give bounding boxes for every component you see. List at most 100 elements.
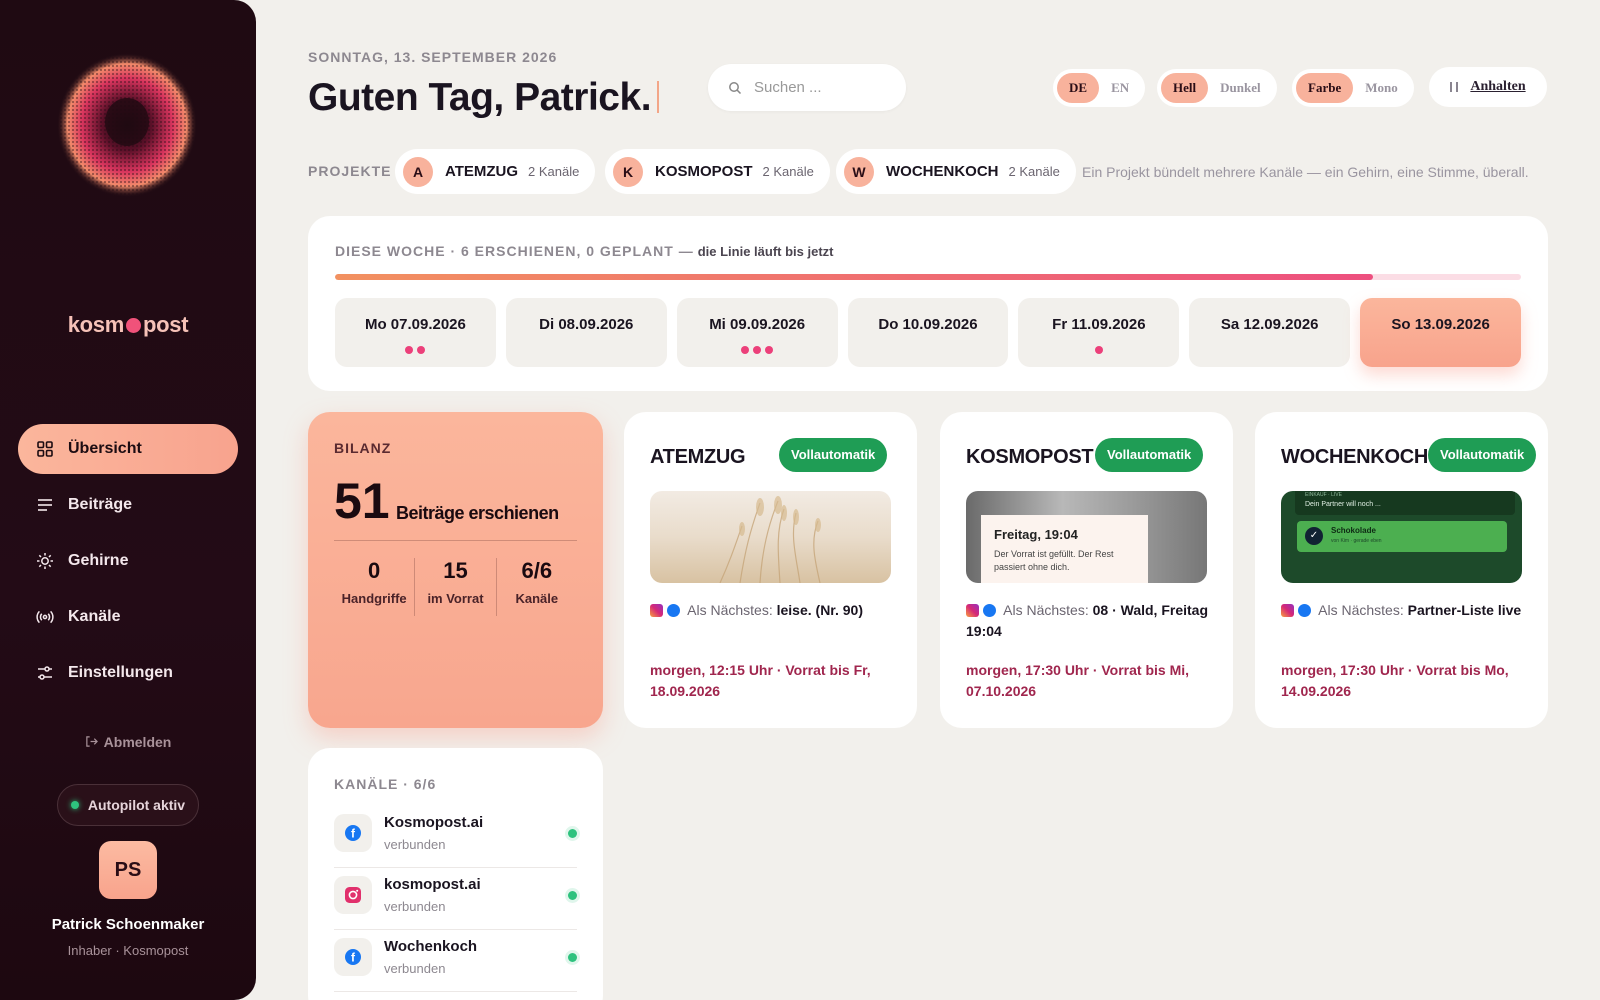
nav-item-beitraege[interactable]: Beiträge [18,480,238,530]
search-box[interactable] [708,64,906,111]
schedule-info: morgen, 17:30 Uhr · Vorrat bis Mo, 14.09… [1281,662,1509,699]
thumbnail-note: Freitag, 19:04 Der Vorrat ist gefüllt. D… [981,515,1148,583]
post-dots [1360,341,1521,350]
automation-badge[interactable]: Vollautomatik [1428,438,1537,472]
week-progress-bar [335,274,1521,280]
day-tile-do[interactable]: Do 10.09.2026 [847,298,1009,367]
post-dots [1018,341,1179,354]
post-dots [335,341,496,354]
next-post-thumbnail[interactable]: Freitag, 19:04 Der Vorrat ist gefüllt. D… [966,491,1207,583]
autopilot-label: Autopilot aktiv [87,797,186,813]
user-role: Inhaber · Kosmopost [67,943,189,958]
brand-logo[interactable]: kosm post [0,312,256,338]
checkmark-icon: ✓ [1305,527,1323,545]
project-card-title: KOSMOPOST [966,446,1094,468]
connected-dot-icon [568,953,577,962]
next-value: Partner-Liste live [1407,602,1522,618]
project-initial: A [403,156,433,187]
channel-row-kosmopost-fb[interactable]: f Kosmopost.ai verbunden [334,806,577,868]
day-tile-di[interactable]: Di 08.09.2026 [505,298,667,367]
mono-option[interactable]: Mono [1353,73,1410,103]
projects-label: PROJEKTE [308,163,392,179]
day-label: So 13.09.2026 [1391,316,1490,333]
next-label: Als Nächstes: [1318,602,1404,618]
bilanz-stats: 0 Handgriffe 15 im Vorrat 6/6 Kanäle [334,558,577,616]
search-input[interactable] [754,79,884,96]
project-chip-kosmopost[interactable]: K KOSMOPOST 2 Kanäle [605,149,830,194]
sliders-icon [38,666,52,680]
day-tile-mi[interactable]: Mi 09.09.2026 [676,298,838,367]
logo-text-left: kosm [67,312,125,337]
theme-toggle: Hell Dunkel [1157,69,1277,107]
stat-label: Kanäle [515,591,559,606]
autopilot-status[interactable]: Autopilot aktiv [57,784,199,826]
logout-link[interactable]: Abmelden [0,734,256,750]
schedule-info: morgen, 17:30 Uhr · Vorrat bis Mi, 07.10… [966,662,1190,699]
project-chip-wochenkoch[interactable]: W WOCHENKOCH 2 Kanäle [836,149,1076,194]
next-post-thumbnail[interactable]: EINKAUF · LIVE Dein Partner will noch ..… [1281,491,1522,583]
nav-item-uebersicht[interactable]: Übersicht [18,424,238,474]
channel-row-kosmopost-ig[interactable]: kosmopost.ai verbunden [334,868,577,930]
channels-card: KANÄLE · 6/6 f Kosmopost.ai verbunden ko… [308,748,603,1000]
stat-value: 0 [368,558,381,583]
nav-label: Einstellungen [68,664,173,681]
channels-label: KANÄLE · 6/6 [334,776,437,792]
instagram-icon [1281,604,1294,617]
project-name: WOCHENKOCH [886,163,999,180]
thumbnail-list-row: ✓ Schokolade von Kim · gerade eben [1297,521,1507,552]
logout-icon [85,736,98,747]
project-card-kosmopost[interactable]: KOSMOPOST Vollautomatik Freitag, 19:04 D… [940,412,1233,728]
automation-badge[interactable]: Vollautomatik [1095,438,1204,472]
current-date: SONNTAG, 13. SEPTEMBER 2026 [308,49,558,65]
day-tile-mo[interactable]: Mo 07.09.2026 [335,298,496,367]
next-post-thumbnail[interactable] [650,491,891,583]
post-dot-icon [405,346,414,354]
posts-published-label: Beiträge erschienen [396,503,559,523]
lang-en-option[interactable]: EN [1099,73,1141,103]
color-option[interactable]: Farbe [1296,73,1354,103]
project-card-atemzug[interactable]: ATEMZUG Vollautomatik Als Nächstes: leis… [624,412,917,728]
day-label: Di 08.09.2026 [539,316,634,333]
nav-item-gehirne[interactable]: Gehirne [18,536,238,586]
week-title-text: DIESE WOCHE · 6 ERSCHIENEN, 0 GEPLANT — [335,243,694,259]
main-nav: Übersicht Beiträge Gehirne Kanäle Einste… [18,424,238,704]
day-tile-sa[interactable]: Sa 12.09.2026 [1189,298,1351,367]
thumbnail-title: Freitag, 19:04 [994,527,1078,542]
avatar[interactable]: PS [99,841,157,899]
nav-label: Gehirne [68,552,129,569]
facebook-icon [983,604,996,617]
facebook-icon: f [334,938,372,976]
list-icon [38,499,52,511]
week-title: DIESE WOCHE · 6 ERSCHIENEN, 0 GEPLANT — d… [335,243,834,259]
post-dots [848,341,1009,350]
theme-light-option[interactable]: Hell [1161,73,1209,103]
pause-button[interactable]: Anhalten [1429,67,1547,107]
next-label: Als Nächstes: [1003,602,1089,618]
post-dots [1189,341,1350,350]
nav-item-kanaele[interactable]: Kanäle [18,592,238,642]
day-tile-fr[interactable]: Fr 11.09.2026 [1018,298,1180,367]
language-toggle: DE EN [1053,69,1146,107]
thumbnail-row-title: Schokolade [1331,526,1376,535]
bilanz-label: BILANZ [334,440,392,456]
nav-item-einstellungen[interactable]: Einstellungen [18,648,238,698]
next-post-info: Als Nächstes: leise. (Nr. 90) [650,600,895,621]
theme-dark-option[interactable]: Dunkel [1208,73,1272,103]
channel-name: kosmopost.ai [384,876,481,893]
day-tile-so-today[interactable]: So 13.09.2026 [1360,298,1522,367]
project-card-wochenkoch[interactable]: WOCHENKOCH Vollautomatik EINKAUF · LIVE … [1255,412,1548,728]
post-dot-icon [753,346,762,354]
week-subtitle: die Linie läuft bis jetzt [697,244,834,259]
automation-badge[interactable]: Vollautomatik [779,438,888,472]
color-mode-toggle: Farbe Mono [1292,69,1414,107]
project-chip-atemzug[interactable]: A ATEMZUG 2 Kanäle [395,149,596,194]
week-card: DIESE WOCHE · 6 ERSCHIENEN, 0 GEPLANT — d… [308,216,1548,391]
channel-row-wochenkoch-fb[interactable]: f Wochenkoch verbunden [334,930,577,992]
sun-icon [37,553,53,569]
connected-dot-icon [568,891,577,900]
post-dot-icon [1094,346,1103,354]
lang-de-option[interactable]: DE [1057,73,1100,103]
brand-orb-graphic [57,53,197,197]
channel-status: verbunden [384,899,446,914]
next-post-info: Als Nächstes: Partner-Liste live [1281,600,1526,621]
